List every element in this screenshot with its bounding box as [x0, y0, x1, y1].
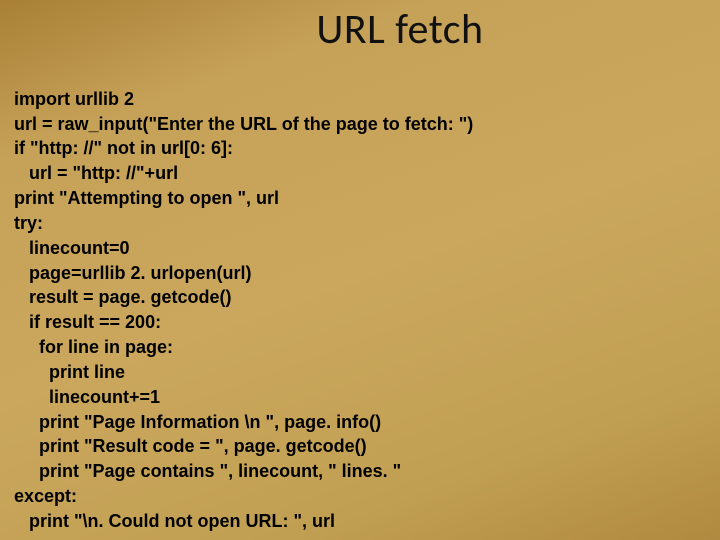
code-line: for line in page: — [14, 337, 173, 357]
code-line: page=urllib 2. urlopen(url) — [14, 263, 252, 283]
code-line: print "Attempting to open ", url — [14, 188, 279, 208]
code-line: try: — [14, 213, 43, 233]
code-line: print "Page Information \n ", page. info… — [14, 412, 381, 432]
code-line: result = page. getcode() — [14, 287, 232, 307]
code-line: print line — [14, 362, 125, 382]
code-line: print "Result code = ", page. getcode() — [14, 436, 367, 456]
code-line: print "\n. Could not open URL: ", url — [14, 511, 335, 531]
page-title: URL fetch — [40, 4, 720, 55]
code-line: if result == 200: — [14, 312, 161, 332]
code-line: url = "http: //"+url — [14, 163, 178, 183]
code-line: linecount=0 — [14, 238, 130, 258]
code-line: import urllib 2 — [14, 89, 134, 109]
code-line: except: — [14, 486, 77, 506]
code-line: url = raw_input("Enter the URL of the pa… — [14, 114, 473, 134]
code-block: import urllib 2 url = raw_input("Enter t… — [14, 62, 706, 534]
code-line: if "http: //" not in url[0: 6]: — [14, 138, 233, 158]
code-line: print "Page contains ", linecount, " lin… — [14, 461, 401, 481]
code-line: linecount+=1 — [14, 387, 160, 407]
